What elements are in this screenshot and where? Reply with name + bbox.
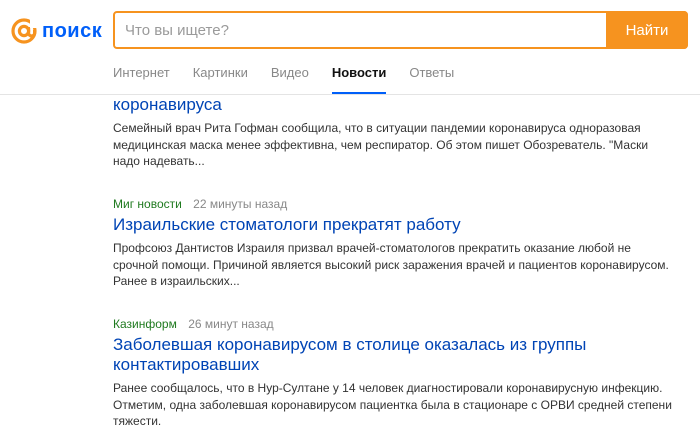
news-result: Казинформ 26 минут назад Заболевшая коро…: [113, 317, 673, 430]
result-snippet: Семейный врач Рита Гофман сообщила, что …: [113, 121, 649, 168]
result-title-link[interactable]: Израильские стоматологи прекратят работу: [113, 215, 673, 235]
logo[interactable]: поиск: [10, 16, 102, 46]
at-sign-icon: [11, 18, 38, 44]
search-button[interactable]: Найти: [606, 11, 688, 49]
result-meta: Миг новости 22 минуты назад: [113, 197, 673, 211]
result-source[interactable]: Казинформ: [113, 317, 177, 331]
result-title-link[interactable]: коронавируса: [113, 95, 673, 115]
tab-video[interactable]: Видео: [271, 62, 309, 94]
header: поиск Найти Интернет Картинки Видео Ново…: [0, 0, 700, 95]
news-result: Миг новости 22 минуты назад Израильские …: [113, 197, 673, 290]
tab-news[interactable]: Новости: [331, 62, 387, 94]
search-input[interactable]: [115, 13, 607, 47]
search-tabs: Интернет Картинки Видео Новости Ответы: [113, 62, 477, 94]
result-time: 22 минуты назад: [193, 197, 288, 211]
result-snippet: Ранее сообщалось, что в Нур-Султане у 14…: [113, 381, 672, 428]
search-box: Найти: [113, 11, 688, 49]
tab-images[interactable]: Картинки: [193, 62, 248, 94]
logo-text: поиск: [42, 19, 103, 42]
news-result: коронавируса Семейный врач Рита Гофман с…: [113, 95, 673, 170]
result-snippet: Профсоюз Дантистов Израиля призвал враче…: [113, 241, 669, 288]
result-meta: Казинформ 26 минут назад: [113, 317, 673, 331]
result-title-link[interactable]: Заболевшая коронавирусом в столице оказа…: [113, 335, 673, 375]
result-time: 26 минут назад: [188, 317, 274, 331]
tab-internet[interactable]: Интернет: [113, 62, 170, 94]
result-source[interactable]: Миг новости: [113, 197, 182, 211]
tab-answers[interactable]: Ответы: [409, 62, 454, 94]
